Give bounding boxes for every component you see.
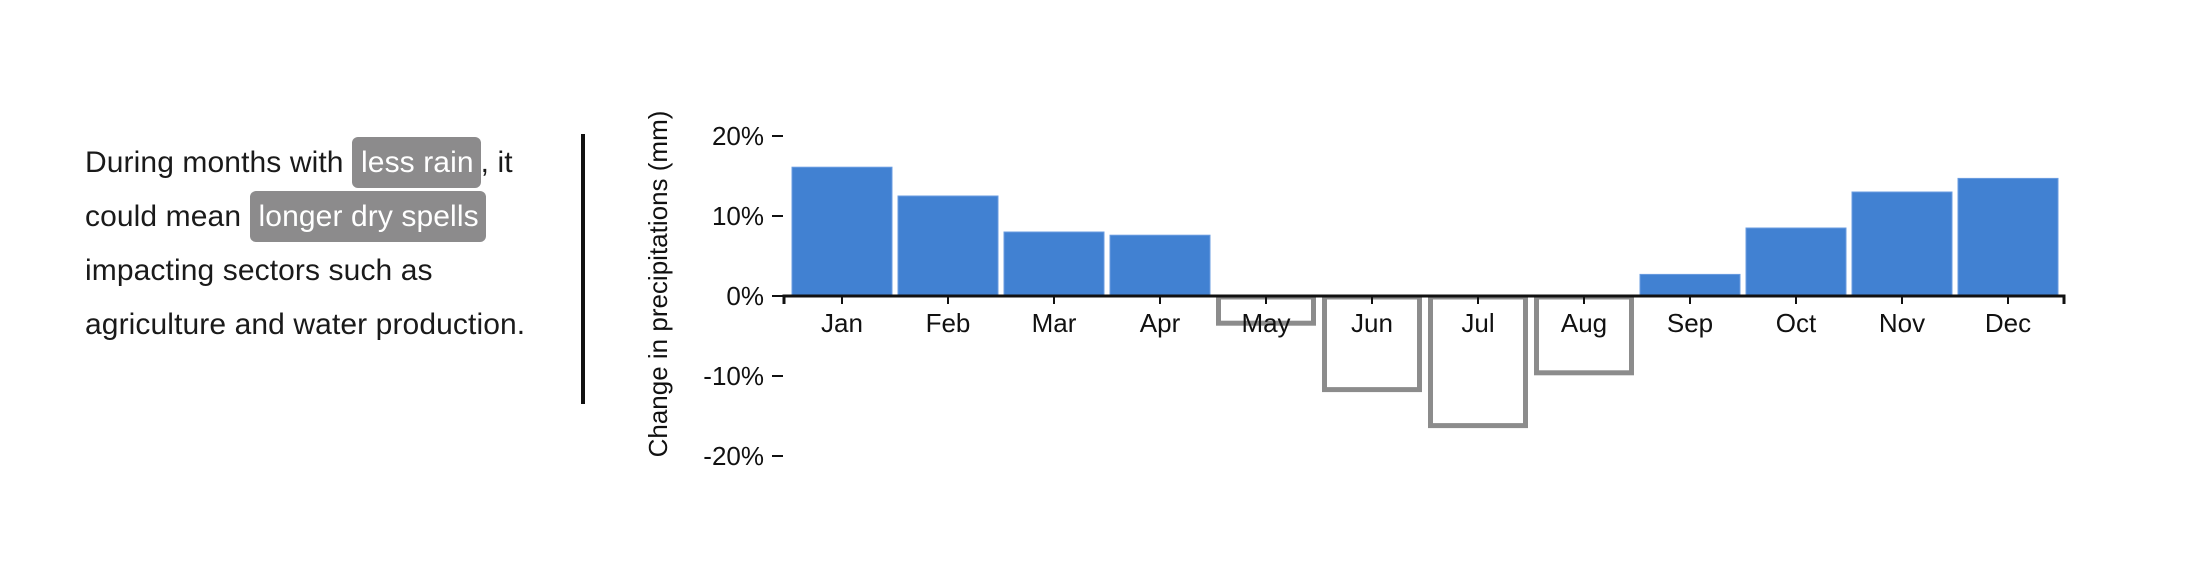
x-tick-label: May [1241,308,1290,338]
y-tick-label: -10% [703,361,764,391]
x-tick-label: Apr [1140,308,1181,338]
bar-nov [1851,191,1953,297]
x-tick-label: Jul [1461,308,1494,338]
y-tick-label: 20% [712,121,764,151]
x-tick-label: Nov [1879,308,1925,338]
x-tick-label: Jan [821,308,863,338]
x-tick-label: Mar [1032,308,1077,338]
bar-dec [1957,177,2059,297]
y-tick-label: -20% [703,441,764,471]
bar-sep [1639,273,1741,297]
x-tick-label: Sep [1667,308,1713,338]
x-axis: Jan Feb Mar Apr May Jun Jul Aug Sep Oct Nov Dec [782,294,2066,338]
bar-jan [791,166,893,297]
x-tick-label: Oct [1776,308,1817,338]
bar-apr [1109,234,1211,297]
y-tick-label: 10% [712,201,764,231]
y-tick-label: 0% [726,281,764,311]
bar-oct [1745,227,1847,297]
y-axis-title: Change in precipitations (mm) [643,111,673,458]
x-tick-label: Jun [1351,308,1393,338]
x-tick-label: Feb [926,308,971,338]
y-axis: 20% 10% 0% -10% -20% [703,121,783,471]
x-tick-label: Aug [1561,308,1607,338]
x-tick-label: Dec [1985,308,2031,338]
x-axis-line [782,294,2066,304]
precipitation-bar-chart: Jan Feb Mar Apr May Jun Jul Aug Sep Oct Nov Dec 20%… [643,111,2066,471]
bar-mar [1003,231,1105,297]
bar-feb [897,195,999,297]
